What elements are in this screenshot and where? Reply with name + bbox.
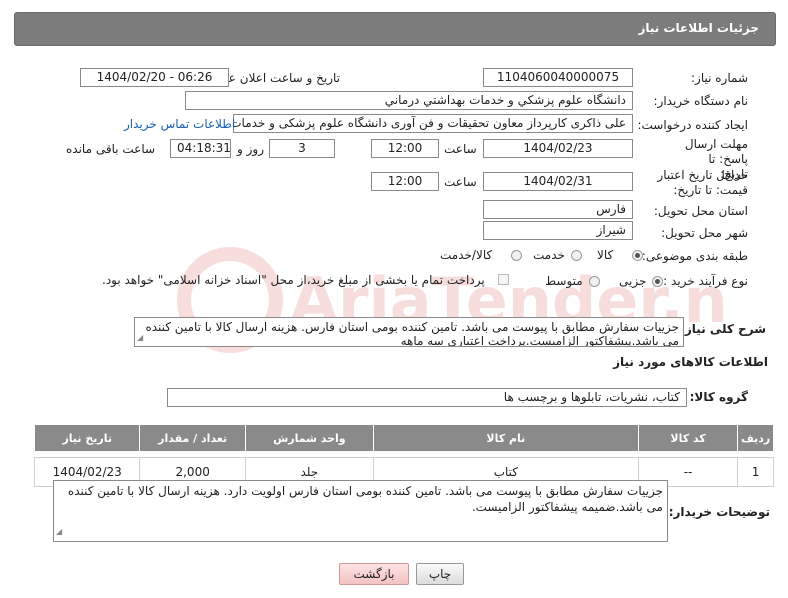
category-radio-goods-service[interactable] — [511, 250, 522, 261]
remaining-time-field[interactable]: 04:18:31 — [170, 139, 231, 158]
page-title: جزئیات اطلاعات نیاز — [638, 21, 759, 35]
payment-note: پرداخت تمام یا بخشی از مبلغ خرید،از محل … — [102, 273, 485, 287]
response-days-field[interactable]: 3 — [269, 139, 335, 158]
buyer-contact-link[interactable]: اطلاعات تماس خریدار — [124, 117, 235, 131]
goods-table: ردیف کد کالا نام کالا واحد شمارش تعداد /… — [33, 424, 774, 487]
goods-section-title: اطلاعات کالاهای مورد نیاز — [613, 355, 768, 369]
print-button[interactable]: چاپ — [416, 563, 464, 585]
creator-field[interactable]: علی ذاکری کارپرداز معاون تحقیقات و فن آو… — [233, 114, 633, 133]
buyer-notes-textarea[interactable]: جزییات سفارش مطابق با پیوست می باشد. تام… — [53, 480, 668, 542]
remaining-time-label: ساعت باقی مانده — [66, 142, 156, 156]
process-option-minor: جزیی — [619, 274, 647, 288]
description-text: جزییات سفارش مطابق با پیوست می باشد. تام… — [145, 320, 679, 347]
category-label: طبقه بندی موضوعی: — [641, 249, 748, 263]
buyer-org-field[interactable]: دانشگاه علوم پزشکي و خدمات بهداشتي درمان… — [185, 91, 633, 110]
city-field[interactable]: شیراز — [483, 221, 633, 240]
process-radio-minor[interactable] — [652, 276, 663, 287]
need-number-field[interactable]: 1104060040000075 — [483, 68, 633, 87]
response-date-field[interactable]: 1404/02/23 — [483, 139, 633, 158]
process-radio-medium[interactable] — [589, 276, 600, 287]
response-days-label: روز و — [237, 142, 264, 156]
process-option-medium: متوسط — [545, 274, 583, 288]
category-option-service: خدمت — [533, 248, 565, 262]
category-option-goods: کالا — [597, 248, 614, 262]
goods-group-field[interactable]: کتاب، نشریات، تابلوها و برچسب ها — [167, 388, 687, 407]
price-validity-label: حداقل تاریخ اعتبار قیمت: تا تاریخ: — [657, 168, 748, 197]
category-radio-service[interactable] — [571, 250, 582, 261]
description-label: شرح کلی نیاز: — [680, 322, 766, 336]
response-time-field[interactable]: 12:00 — [371, 139, 439, 158]
resize-handle-icon[interactable]: ◢ — [137, 331, 143, 345]
col-date: تاریخ نیاز — [33, 424, 141, 452]
price-validity-time-field[interactable]: 12:00 — [371, 172, 439, 191]
payment-treasury-checkbox[interactable] — [498, 274, 509, 285]
category-option-goods-service: کالا/خدمت — [440, 248, 493, 262]
province-label: استان محل تحویل: — [653, 204, 748, 218]
process-label: نوع فرآیند خرید : — [663, 274, 748, 288]
col-name: نام کالا — [372, 424, 639, 452]
price-validity-date-field[interactable]: 1404/02/31 — [483, 172, 633, 191]
buyer-notes-text: جزییات سفارش مطابق با پیوست می باشد. تام… — [67, 484, 663, 514]
col-unit: واحد شمارش — [244, 424, 374, 452]
back-button[interactable]: بازگشت — [339, 563, 409, 585]
response-time-label: ساعت — [444, 142, 477, 156]
city-label: شهر محل تحویل: — [661, 226, 748, 240]
announce-field[interactable]: 1404/02/20 - 06:26 — [80, 68, 229, 87]
col-row: ردیف — [737, 424, 774, 452]
col-code: کد کالا — [637, 424, 739, 452]
description-textarea[interactable]: جزییات سفارش مطابق با پیوست می باشد. تام… — [134, 317, 684, 347]
category-radio-goods[interactable] — [632, 250, 643, 261]
resize-handle-icon[interactable]: ◢ — [56, 524, 62, 540]
header-bar: جزئیات اطلاعات نیاز — [14, 12, 776, 46]
province-field[interactable]: فارس — [483, 200, 633, 219]
creator-label: ایجاد کننده درخواست: — [637, 118, 748, 132]
price-validity-time-label: ساعت — [444, 175, 477, 189]
buyer-org-label: نام دستگاه خریدار: — [653, 94, 749, 108]
need-number-label: شماره نیاز: — [691, 71, 748, 85]
col-qty: تعداد / مقدار — [139, 424, 246, 452]
cell-row: 1 — [737, 457, 774, 487]
goods-group-label: گروه کالا: — [689, 390, 748, 404]
buyer-notes-label: توضیحات خریدار: — [668, 505, 770, 519]
